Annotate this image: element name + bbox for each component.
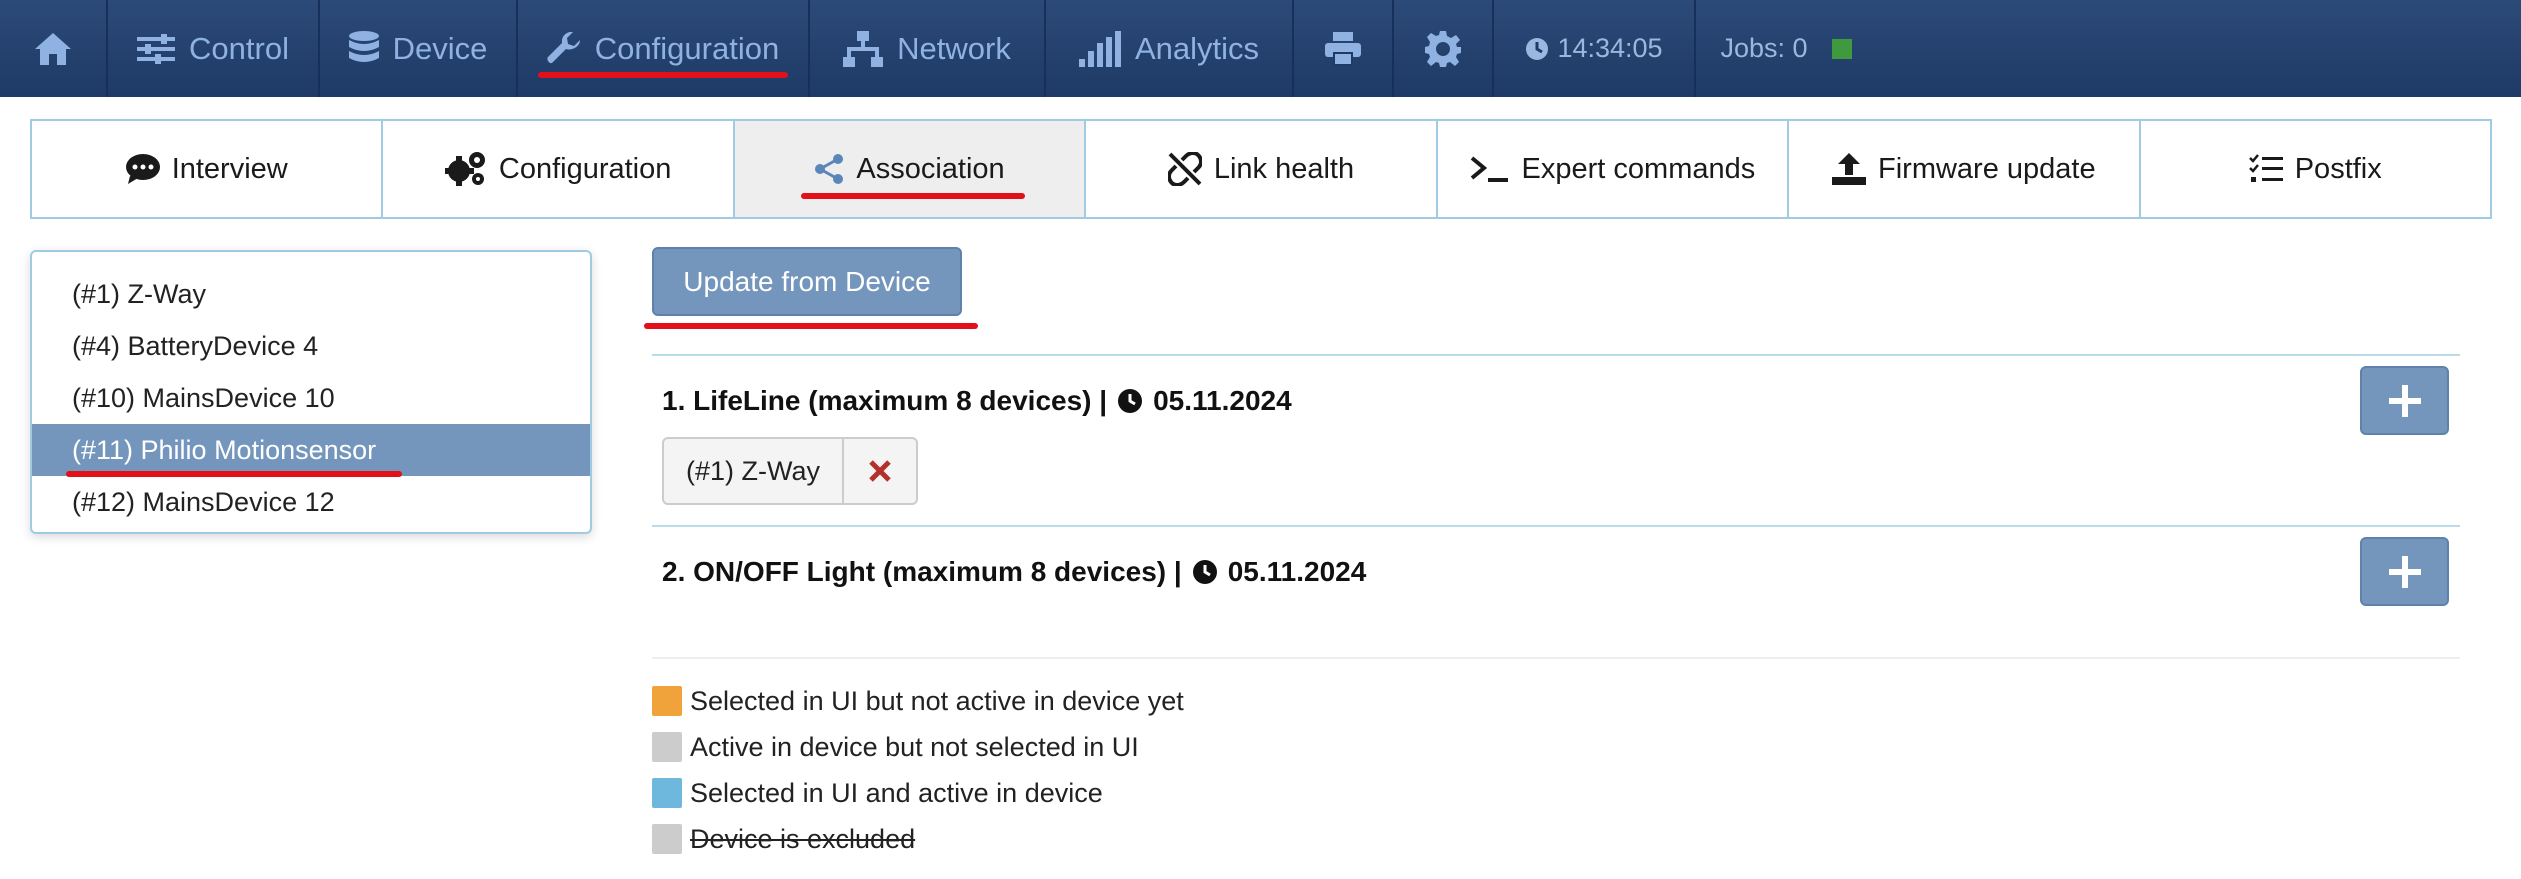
tab-configuration-label: Configuration (498, 152, 672, 185)
wrench-icon (547, 31, 580, 63)
nav-control[interactable]: Control (108, 0, 320, 97)
legend-item: Selected in UI and active in device (652, 770, 1184, 816)
terminal-icon (1470, 156, 1508, 182)
tab-interview-label: Interview (171, 152, 288, 185)
top-navbar: Control Device Configuration Network Ana… (0, 0, 2521, 97)
clock-icon (1118, 389, 1143, 413)
annotation-underline (644, 323, 978, 329)
group-1-name: 1. LifeLine (maximum 8 devices) | (662, 385, 1108, 416)
nav-analytics[interactable]: Analytics (1046, 0, 1294, 97)
share-icon (815, 154, 844, 184)
legend-item: Selected in UI but not active in device … (652, 678, 1184, 724)
tab-firmware-update[interactable]: Firmware update (1787, 119, 2141, 219)
home-icon (35, 32, 71, 65)
device-list: (#1) Z-Way (#4) BatteryDevice 4 (#10) Ma… (30, 250, 592, 534)
plus-icon (2388, 384, 2421, 417)
legend-item: Device is excluded (652, 816, 1184, 862)
legend: Selected in UI but not active in device … (652, 678, 1184, 862)
comment-icon (125, 154, 160, 184)
group-1-date: 05.11.2024 (1153, 385, 1292, 416)
legend-swatch-blue (652, 778, 682, 808)
update-from-device-button[interactable]: Update from Device (652, 247, 962, 316)
tab-interview[interactable]: Interview (30, 119, 384, 219)
legend-label: Selected in UI and active in device (690, 777, 1103, 808)
checklist-icon (2248, 154, 2283, 182)
broken-link-icon (1167, 152, 1202, 186)
group-1-title: 1. LifeLine (maximum 8 devices) | 05.11.… (662, 385, 1292, 417)
nav-configuration[interactable]: Configuration (518, 0, 810, 97)
legend-label: Device is excluded (690, 823, 916, 854)
nav-control-label: Control (189, 30, 289, 66)
tab-postfix[interactable]: Postfix (2138, 119, 2492, 219)
plus-icon (2388, 555, 2421, 588)
tab-association[interactable]: Association (732, 119, 1087, 219)
nav-print[interactable] (1294, 0, 1394, 97)
nav-device-label: Device (392, 30, 488, 66)
clock-time: 14:34:05 (1557, 33, 1663, 63)
tab-expert-commands-label: Expert commands (1521, 152, 1756, 185)
add-association-button[interactable] (2360, 366, 2449, 435)
device-item[interactable]: (#10) MainsDevice 10 (32, 372, 590, 424)
nav-settings[interactable] (1394, 0, 1494, 97)
nav-network-label: Network (897, 30, 1011, 66)
divider (652, 354, 2460, 356)
tab-expert-commands[interactable]: Expert commands (1435, 119, 1790, 219)
device-tabs: Interview Configuration Association Link… (30, 119, 2492, 219)
nav-clock: 14:34:05 (1494, 0, 1696, 97)
association-member: (#1) Z-Way (662, 437, 918, 505)
device-item-selected[interactable]: (#11) Philio Motionsensor (32, 424, 590, 476)
legend-swatch-grey (652, 732, 682, 762)
legend-label: Selected in UI but not active in device … (690, 685, 1184, 716)
tab-association-label: Association (856, 152, 1005, 185)
tab-link-health[interactable]: Link health (1084, 119, 1438, 219)
close-icon (869, 460, 891, 482)
jobs-count: Jobs: 0 (1720, 33, 1808, 63)
legend-item: Active in device but not selected in UI (652, 724, 1184, 770)
divider (652, 525, 2460, 527)
jobs-status-indicator (1831, 38, 1852, 59)
sliders-icon (137, 33, 176, 64)
group-2-date: 05.11.2024 (1227, 556, 1367, 587)
tab-link-health-label: Link health (1213, 152, 1355, 185)
device-item[interactable]: (#1) Z-Way (32, 268, 590, 320)
clock-icon (1192, 560, 1217, 584)
device-item[interactable]: (#4) BatteryDevice 4 (32, 320, 590, 372)
printer-icon (1325, 31, 1361, 66)
annotation-underline (66, 471, 402, 477)
gears-icon (444, 152, 485, 186)
annotation-underline (800, 193, 1025, 199)
tab-postfix-label: Postfix (2294, 152, 2382, 185)
nav-configuration-label: Configuration (594, 30, 780, 66)
upload-icon (1832, 153, 1867, 185)
nav-home[interactable] (0, 0, 108, 97)
tab-configuration[interactable]: Configuration (381, 119, 735, 219)
legend-label: Active in device but not selected in UI (690, 731, 1139, 762)
nav-network[interactable]: Network (810, 0, 1046, 97)
nav-jobs[interactable]: Jobs: 0 (1696, 0, 1876, 97)
database-icon (348, 30, 379, 62)
signal-bars-icon (1078, 30, 1121, 67)
clock-icon (1526, 37, 1549, 60)
annotation-underline (538, 72, 788, 78)
group-2-title: 2. ON/OFF Light (maximum 8 devices) | 05… (662, 556, 1366, 588)
legend-swatch-grey (652, 824, 682, 854)
network-icon (843, 30, 884, 67)
remove-association-button[interactable] (844, 439, 916, 503)
tab-firmware-update-label: Firmware update (1878, 152, 2096, 185)
group-2-name: 2. ON/OFF Light (maximum 8 devices) | (662, 556, 1182, 587)
divider (652, 657, 2460, 659)
nav-analytics-label: Analytics (1134, 30, 1260, 66)
add-association-button[interactable] (2360, 537, 2449, 606)
device-item[interactable]: (#12) MainsDevice 12 (32, 476, 590, 528)
nav-device[interactable]: Device (320, 0, 518, 97)
gear-icon (1425, 30, 1461, 67)
association-member-label: (#1) Z-Way (664, 439, 844, 503)
legend-swatch-orange (652, 686, 682, 716)
